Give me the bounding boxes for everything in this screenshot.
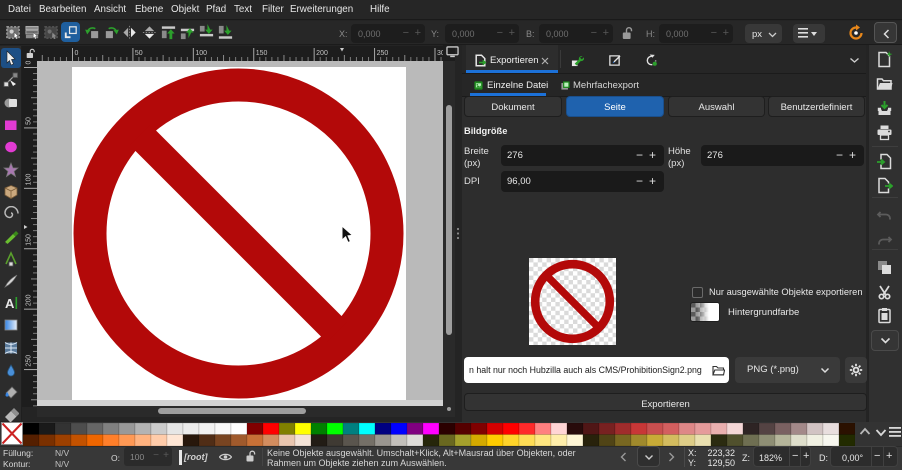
svg-text:100: 100 [26,174,33,186]
svg-text:0: 0 [75,50,79,57]
svg-text:100: 100 [195,50,207,57]
svg-text:250: 250 [377,50,389,57]
svg-text:250: 250 [26,355,33,367]
svg-text:150: 150 [256,50,268,57]
svg-text:200: 200 [316,50,328,57]
svg-text:150: 150 [26,234,33,246]
svg-text:A: A [5,296,15,311]
svg-text:50: 50 [135,50,143,57]
svg-text:200: 200 [26,294,33,306]
svg-text:0: 0 [26,61,33,65]
svg-text:50: 50 [26,117,33,125]
